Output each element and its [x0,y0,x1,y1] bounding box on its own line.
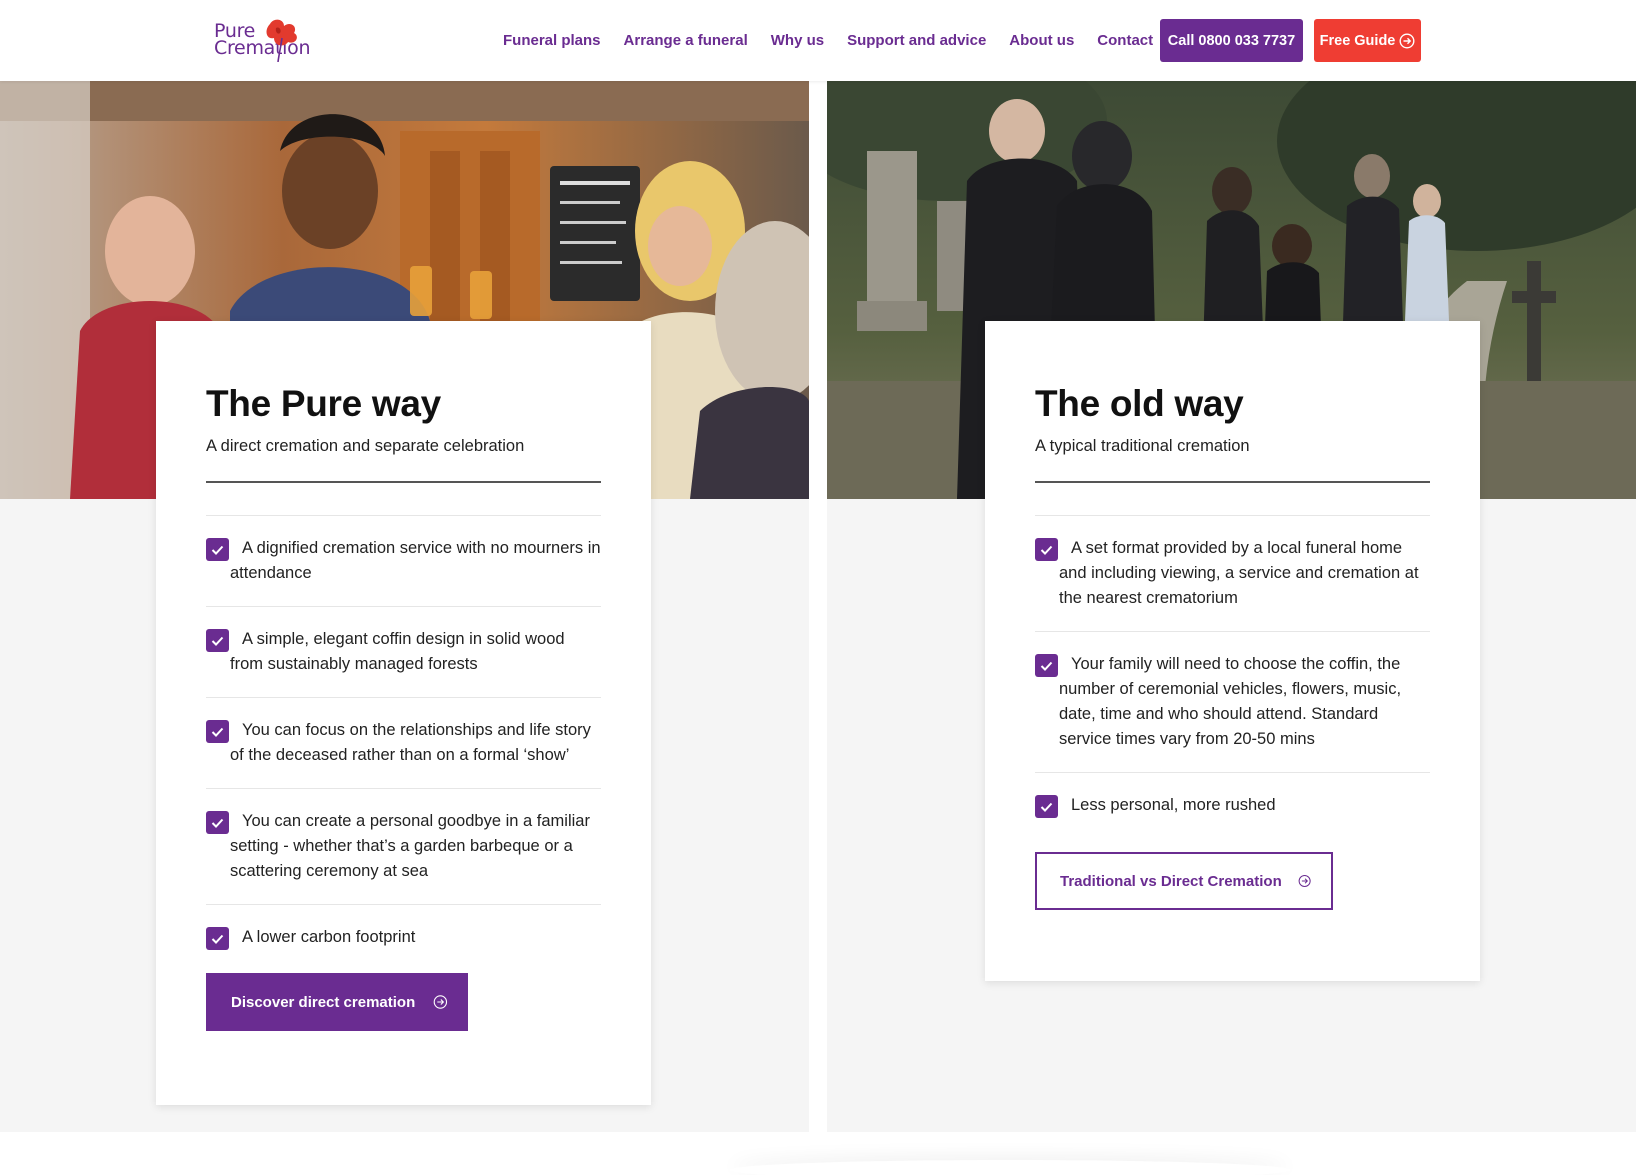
pure-way-section: The Pure way A direct cremation and sepa… [0,81,809,1132]
bottom-card-shadow [730,1160,1290,1175]
nav-funeral-plans[interactable]: Funeral plans [503,32,601,49]
list-item: A simple, elegant coffin design in solid… [206,606,601,697]
checkbox-checked-icon [206,629,229,652]
traditional-button-label: Traditional vs Direct Cremation [1060,872,1282,890]
pure-way-card: The Pure way A direct cremation and sepa… [156,321,651,1105]
checkbox-checked-icon [206,720,229,743]
old-way-title: The old way [1035,383,1244,424]
list-item-text: Your family will need to choose the coff… [1059,655,1402,748]
nav-arrange-a-funeral[interactable]: Arrange a funeral [624,32,748,49]
old-way-card: The old way A typical traditional cremat… [985,321,1480,981]
checkbox-checked-icon [1035,795,1058,818]
arrow-circle-icon [1298,874,1311,888]
poppy-icon [266,19,297,62]
nav-contact[interactable]: Contact [1097,32,1153,49]
list-item: Your family will need to choose the coff… [1035,631,1430,772]
list-item-text: Less personal, more rushed [1071,796,1276,814]
pure-cremation-logo[interactable]: Pure Cremation [214,18,314,62]
list-item-text: You can create a personal goodbye in a f… [230,812,590,880]
title-divider [206,481,601,483]
free-guide-label: Free Guide [1319,32,1396,49]
free-guide-button[interactable]: Free Guide [1314,19,1421,62]
arrow-circle-icon [1399,32,1415,49]
list-item: A dignified cremation service with no mo… [206,515,601,606]
list-item: You can focus on the relationships and l… [206,697,601,788]
list-item-text: A dignified cremation service with no mo… [230,539,601,582]
discover-direct-cremation-button[interactable]: Discover direct cremation [206,973,468,1031]
old-way-section: The old way A typical traditional cremat… [827,81,1636,1132]
checkbox-checked-icon [206,927,229,950]
traditional-vs-direct-button[interactable]: Traditional vs Direct Cremation [1035,852,1333,910]
checkbox-checked-icon [1035,538,1058,561]
site-header: Pure Cremation Funeral plans Arrange a f… [0,0,1637,81]
call-button[interactable]: Call 0800 033 7737 [1160,19,1303,62]
main-nav: Funeral plans Arrange a funeral Why us S… [503,0,1176,81]
list-item: A set format provided by a local funeral… [1035,515,1430,631]
list-item-text: A lower carbon footprint [242,928,416,946]
list-item: Less personal, more rushed [1035,772,1430,838]
title-divider [1035,481,1430,483]
pure-way-benefits-list: A dignified cremation service with no mo… [206,515,601,970]
nav-support-and-advice[interactable]: Support and advice [847,32,986,49]
pure-way-title: The Pure way [206,383,441,424]
list-item: A lower carbon footprint [206,904,601,970]
old-way-points-list: A set format provided by a local funeral… [1035,515,1430,838]
list-item-text: A set format provided by a local funeral… [1059,539,1419,607]
arrow-circle-icon [433,995,448,1009]
list-item: You can create a personal goodbye in a f… [206,788,601,904]
call-button-label: Call 0800 033 7737 [1167,32,1296,49]
list-item-text: You can focus on the relationships and l… [230,721,591,764]
pure-way-subtitle: A direct cremation and separate celebrat… [206,437,525,455]
nav-why-us[interactable]: Why us [771,32,824,49]
old-way-subtitle: A typical traditional cremation [1035,437,1250,455]
discover-button-label: Discover direct cremation [231,993,416,1011]
checkbox-checked-icon [206,811,229,834]
checkbox-checked-icon [206,538,229,561]
list-item-text: A simple, elegant coffin design in solid… [230,630,565,673]
checkbox-checked-icon [1035,654,1058,677]
nav-about-us[interactable]: About us [1009,32,1074,49]
